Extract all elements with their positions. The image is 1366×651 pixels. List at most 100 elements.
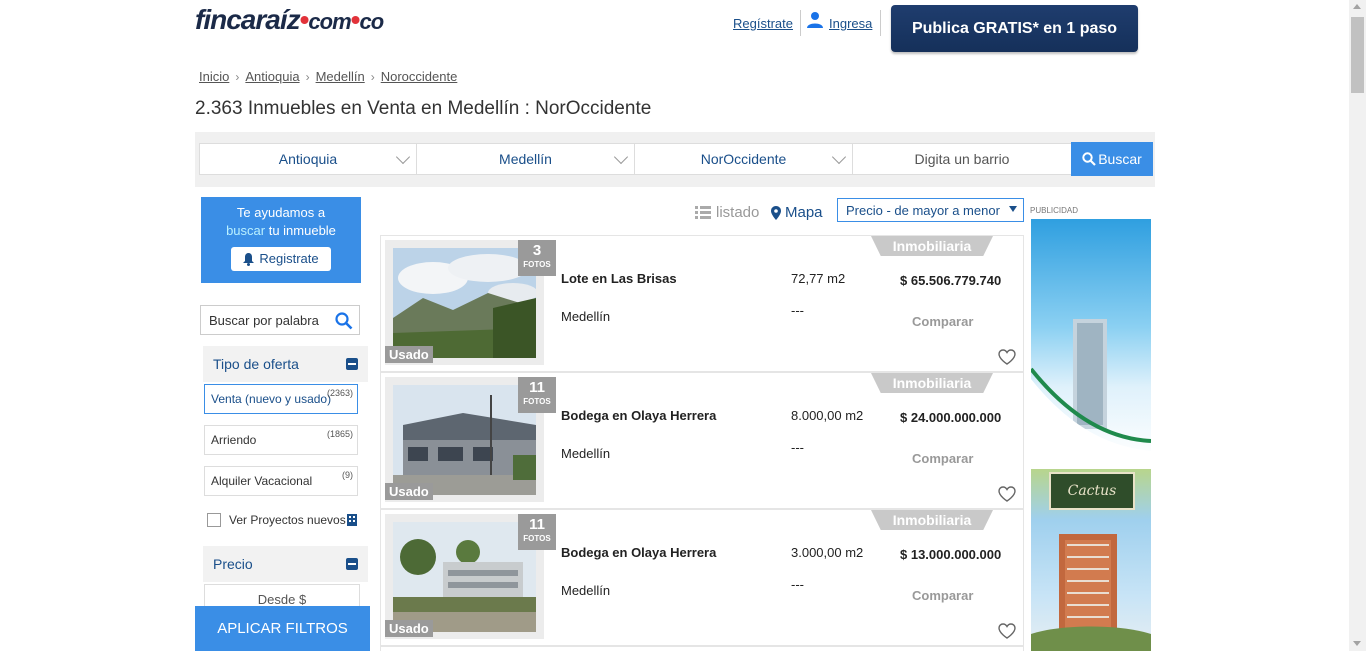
ad-brand-logo: Cactus xyxy=(1049,472,1135,510)
city-value: Medellín xyxy=(499,151,552,167)
help-register-label: Registrate xyxy=(259,251,319,266)
listing-title[interactable]: Bodega en Olaya Herrera xyxy=(561,545,716,560)
map-view-label: Mapa xyxy=(785,204,823,221)
listing-photo[interactable] xyxy=(393,522,536,632)
map-view-toggle[interactable]: Mapa xyxy=(771,204,823,221)
scroll-up-arrow-icon[interactable] xyxy=(1353,4,1361,9)
offer-option-alquiler-vacacional[interactable]: Alquiler Vacacional (9) xyxy=(204,466,358,496)
photo-count-label: FOTOS xyxy=(523,534,551,543)
listing-city: Medellín xyxy=(561,446,611,461)
photo-count-label: FOTOS xyxy=(523,260,551,269)
listing-area: 72,77 m2 xyxy=(791,271,846,286)
offer-label: Venta (nuevo y usado) xyxy=(211,392,332,406)
agency-badge: Inmobiliaria xyxy=(871,236,993,256)
barrio-placeholder: Digita un barrio xyxy=(914,151,1010,167)
breadcrumb-noroccidente[interactable]: Noroccidente xyxy=(381,69,458,84)
page-scrollbar[interactable] xyxy=(1349,0,1366,651)
offer-type-header[interactable]: Tipo de oferta xyxy=(203,346,368,382)
photo-count-badge: 11 FOTOS xyxy=(518,377,556,413)
listing-city: Medellín xyxy=(561,583,611,598)
compare-button[interactable]: Comparar xyxy=(912,314,973,329)
header-divider xyxy=(880,10,881,36)
condition-badge: Usado xyxy=(385,483,433,500)
offer-label: Alquiler Vacacional xyxy=(211,474,313,488)
listing-price: $ 24.000.000.000 xyxy=(900,410,1002,425)
listing-card[interactable]: 11 FOTOS Usado Inmobiliaria Bodega en Ola… xyxy=(380,509,1024,646)
department-value: Antioquia xyxy=(278,151,338,167)
listing-title[interactable]: Bodega en Olaya Herrera xyxy=(561,408,716,423)
photo-count: 3 xyxy=(532,242,542,259)
collapse-icon[interactable] xyxy=(346,358,358,370)
listing-photo-frame: 11 FOTOS Usado xyxy=(385,514,556,639)
photo-count-label: FOTOS xyxy=(523,397,551,406)
listing-photo[interactable] xyxy=(393,385,536,495)
department-select[interactable]: Antioquia xyxy=(199,143,417,175)
listing-card[interactable]: 3 FOTOS Usado Inmobiliaria Lote en Las Br… xyxy=(380,235,1024,372)
offer-label: Arriendo xyxy=(211,433,257,447)
sort-value: Precio - de mayor a menor xyxy=(846,202,1000,218)
price-header[interactable]: Precio xyxy=(203,546,368,582)
ad-banner[interactable] xyxy=(1031,219,1151,459)
publish-button[interactable]: Publica GRATIS* en 1 paso xyxy=(891,5,1138,52)
zone-value: NorOccidente xyxy=(700,151,787,167)
search-button[interactable]: Buscar xyxy=(1071,142,1153,176)
photo-count-badge: 3 FOTOS xyxy=(518,240,556,276)
listing-photo-frame: 3 FOTOS Usado xyxy=(385,240,556,365)
help-line1: Te ayudamos a xyxy=(236,205,326,220)
listing-rooms: --- xyxy=(791,303,804,318)
search-icon xyxy=(1082,152,1096,166)
search-button-label: Buscar xyxy=(1098,151,1142,167)
heart-icon[interactable] xyxy=(998,486,1016,502)
search-icon[interactable] xyxy=(335,312,353,330)
listing-area: 8.000,00 m2 xyxy=(791,408,864,423)
heart-icon[interactable] xyxy=(998,623,1016,639)
compare-button[interactable]: Comparar xyxy=(912,451,973,466)
ad-artwork xyxy=(1031,534,1151,651)
listing-photo[interactable] xyxy=(393,248,536,358)
help-highlight: buscar xyxy=(226,223,266,238)
ad-artwork xyxy=(1031,319,1151,459)
logo-text: fincaraíz xyxy=(195,4,301,35)
bell-icon xyxy=(243,252,255,266)
help-line2-text: tu inmueble xyxy=(265,223,336,238)
city-select[interactable]: Medellín xyxy=(416,143,635,175)
offer-option-venta[interactable]: Venta (nuevo y usado) (2363) xyxy=(204,384,358,414)
header-divider xyxy=(800,10,801,36)
listing-card-partial xyxy=(380,646,1024,651)
compare-button[interactable]: Comparar xyxy=(912,588,973,603)
breadcrumb-antioquia[interactable]: Antioquia xyxy=(245,69,299,84)
listing-card[interactable]: 11 FOTOS Usado Inmobiliaria Bodega en Ola… xyxy=(380,372,1024,509)
register-link[interactable]: Regístrate xyxy=(733,16,793,31)
offer-option-arriendo[interactable]: Arriendo (1865) xyxy=(204,425,358,455)
heart-icon[interactable] xyxy=(998,349,1016,365)
site-logo[interactable]: fincaraíz•com•co xyxy=(195,4,384,36)
photo-count: 11 xyxy=(529,379,545,396)
scrollbar-thumb[interactable] xyxy=(1351,17,1364,93)
agency-badge: Inmobiliaria xyxy=(871,510,993,530)
photo-count-badge: 11 FOTOS xyxy=(518,514,556,550)
chevron-down-icon xyxy=(395,149,411,165)
barrio-input[interactable]: Digita un barrio xyxy=(852,143,1072,175)
scroll-down-arrow-icon[interactable] xyxy=(1353,641,1361,646)
login-link[interactable]: Ingresa xyxy=(829,16,872,31)
keyword-search-input[interactable]: Buscar por palabra xyxy=(200,305,360,335)
breadcrumb-inicio[interactable]: Inicio xyxy=(199,69,229,84)
projects-label: Ver Proyectos nuevos xyxy=(229,513,346,527)
condition-badge: Usado xyxy=(385,346,433,363)
chevron-down-icon xyxy=(613,149,629,165)
collapse-icon[interactable] xyxy=(346,558,358,570)
condition-badge: Usado xyxy=(385,620,433,637)
help-register-button[interactable]: Registrate xyxy=(231,247,331,271)
list-icon xyxy=(695,206,711,219)
list-view-toggle[interactable]: listado xyxy=(695,204,759,221)
breadcrumb-medellin[interactable]: Medellín xyxy=(316,69,365,84)
listing-title[interactable]: Lote en Las Brisas xyxy=(561,271,677,286)
logo-co: co xyxy=(359,9,384,34)
zone-select[interactable]: NorOccidente xyxy=(634,143,853,175)
user-icon[interactable] xyxy=(806,11,824,29)
projects-checkbox[interactable] xyxy=(207,513,221,527)
photo-count: 11 xyxy=(529,516,545,533)
ad-banner[interactable]: Cactus xyxy=(1031,469,1151,651)
sort-select[interactable]: Precio - de mayor a menor xyxy=(837,198,1024,222)
apply-filters-button[interactable]: APLICAR FILTROS xyxy=(195,606,370,651)
